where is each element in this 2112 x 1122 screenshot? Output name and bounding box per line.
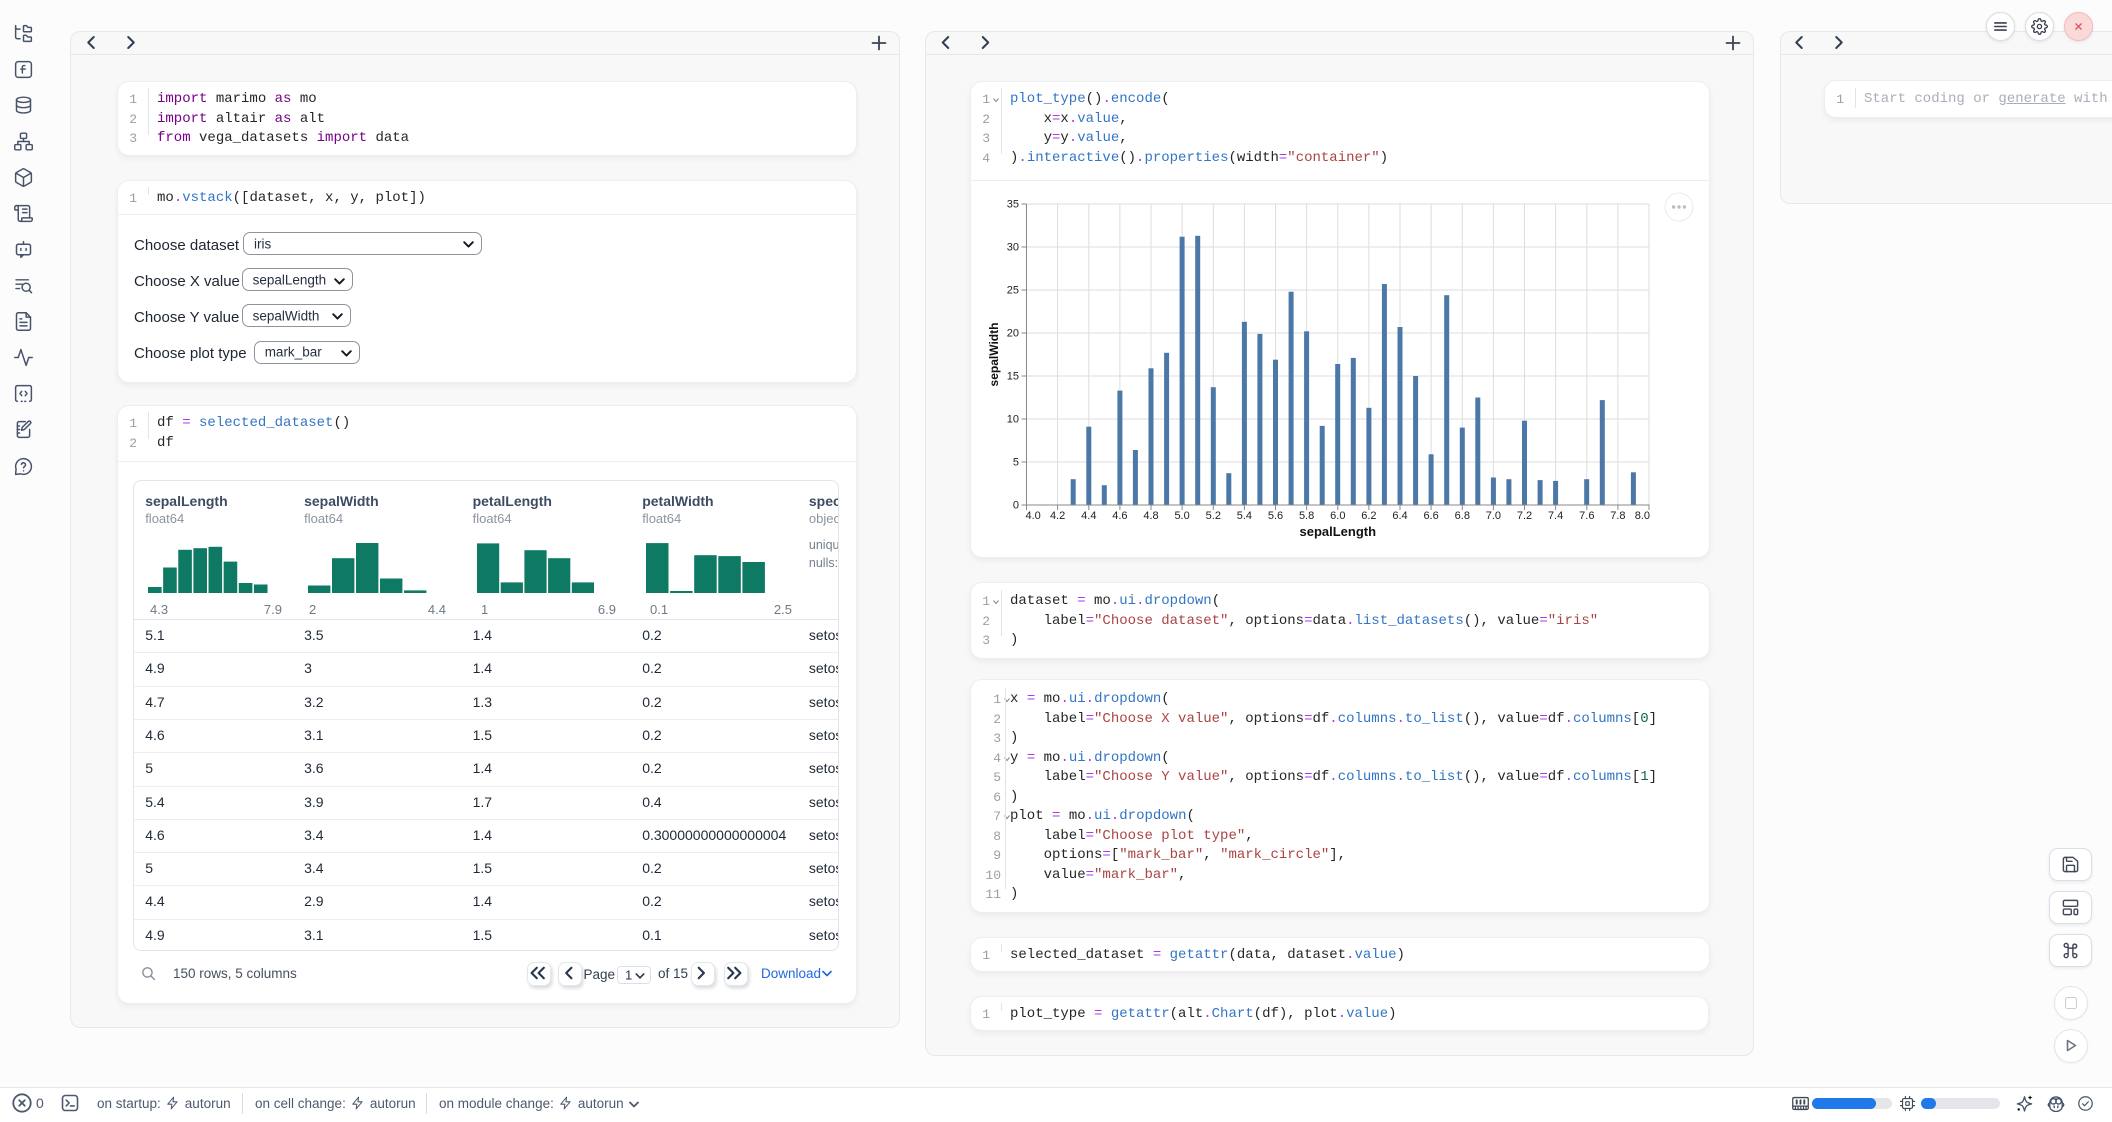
svg-text:30: 30	[1007, 242, 1019, 254]
svg-text:6.4: 6.4	[1392, 510, 1407, 522]
svg-text:35: 35	[1007, 199, 1019, 211]
svg-text:20: 20	[1007, 328, 1019, 340]
svg-text:8.0: 8.0	[1635, 510, 1650, 522]
svg-text:6.2: 6.2	[1361, 510, 1376, 522]
svg-text:4.0: 4.0	[1026, 510, 1041, 522]
svg-text:5.2: 5.2	[1206, 510, 1221, 522]
svg-text:7.2: 7.2	[1517, 510, 1532, 522]
svg-text:4.8: 4.8	[1143, 510, 1158, 522]
svg-text:5.4: 5.4	[1237, 510, 1252, 522]
svg-text:5: 5	[1013, 457, 1019, 469]
svg-text:15: 15	[1007, 371, 1019, 383]
svg-text:0: 0	[1013, 500, 1019, 512]
svg-text:4.2: 4.2	[1050, 510, 1065, 522]
svg-text:7.4: 7.4	[1548, 510, 1563, 522]
svg-text:4.6: 4.6	[1112, 510, 1127, 522]
svg-text:7.6: 7.6	[1579, 510, 1594, 522]
svg-text:6.6: 6.6	[1423, 510, 1438, 522]
svg-text:5.0: 5.0	[1174, 510, 1189, 522]
svg-text:sepalLength: sepalLength	[1300, 524, 1377, 539]
svg-text:6.8: 6.8	[1455, 510, 1470, 522]
svg-text:7.8: 7.8	[1610, 510, 1625, 522]
svg-text:5.8: 5.8	[1299, 510, 1314, 522]
svg-text:5.6: 5.6	[1268, 510, 1283, 522]
svg-text:sepalWidth: sepalWidth	[987, 323, 1001, 387]
svg-text:25: 25	[1007, 285, 1019, 297]
svg-text:7.0: 7.0	[1486, 510, 1501, 522]
svg-text:10: 10	[1007, 414, 1019, 426]
svg-text:4.4: 4.4	[1081, 510, 1096, 522]
svg-text:6.0: 6.0	[1330, 510, 1345, 522]
